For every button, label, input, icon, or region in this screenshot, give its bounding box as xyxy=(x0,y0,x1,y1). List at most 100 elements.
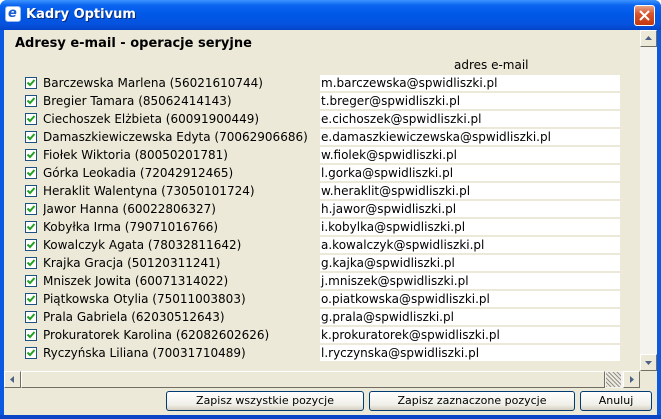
title-bar[interactable]: e Kadry Optivum xyxy=(0,0,661,30)
email-field[interactable]: a.kowalczyk@spwidliszki.pl xyxy=(320,237,620,253)
checkmark-icon xyxy=(26,205,36,213)
list-item: Mniszek Jowita (60071314022) j.mniszek@sp… xyxy=(4,272,635,290)
employee-name: Bregier Tamara (85062414143) xyxy=(43,94,232,108)
save-all-button[interactable]: Zapisz wszystkie pozycje xyxy=(166,391,364,411)
row-checkbox[interactable] xyxy=(25,113,37,125)
scroll-up-button[interactable] xyxy=(640,30,657,47)
list-item: Ryczyńska Liliana (70031710489) l.ryczyns… xyxy=(4,344,635,362)
email-field[interactable]: l.gorka@spwidliszki.pl xyxy=(320,165,620,181)
email-value: w.fiolek@spwidliszki.pl xyxy=(321,148,457,162)
checkmark-icon xyxy=(26,133,36,141)
email-field[interactable]: g.kajka@spwidliszki.pl xyxy=(320,255,620,271)
email-field[interactable]: l.ryczynska@spwidliszki.pl xyxy=(320,345,620,361)
email-field[interactable]: h.jawor@spwidliszki.pl xyxy=(320,201,620,217)
list-item: Heraklit Walentyna (73050101724) w.herakl… xyxy=(4,182,635,200)
employee-name: Prala Gabriela (62030512643) xyxy=(43,310,225,324)
checkmark-icon xyxy=(26,313,36,321)
email-value: k.prokuratorek@spwidliszki.pl xyxy=(321,328,500,342)
employee-name: Mniszek Jowita (60071314022) xyxy=(43,274,229,288)
email-value: e.cichoszek@spwidliszki.pl xyxy=(321,112,482,126)
email-value: j.mniszek@spwidliszki.pl xyxy=(321,274,469,288)
email-field[interactable]: i.kobylka@spwidliszki.pl xyxy=(320,219,620,235)
list-item: Barczewska Marlena (56021610744) m.barcze… xyxy=(4,74,635,92)
email-field[interactable]: m.barczewska@spwidliszki.pl xyxy=(320,75,620,91)
arrow-up-icon xyxy=(645,36,652,40)
employee-name: Ciechoszek Elżbieta (60091900449) xyxy=(43,112,260,126)
scroll-right-button[interactable] xyxy=(623,371,640,388)
employee-name: Prokuratorek Karolina (62082602626) xyxy=(43,328,270,342)
horizontal-scroll-thumb[interactable] xyxy=(21,371,605,388)
vertical-scroll-track[interactable] xyxy=(640,47,657,354)
employee-name: Krajka Gracja (50120311241) xyxy=(43,256,221,270)
email-value: g.prala@spwidliszki.pl xyxy=(321,310,454,324)
email-field[interactable]: e.damaszkiewiczewska@spwidliszki.pl xyxy=(320,129,620,145)
list-item: Krajka Gracja (50120311241) g.kajka@spwid… xyxy=(4,254,635,272)
list-item: Piątkowska Otylia (75011003803) o.piatkow… xyxy=(4,290,635,308)
row-checkbox[interactable] xyxy=(25,311,37,323)
row-checkbox[interactable] xyxy=(25,347,37,359)
checkmark-icon xyxy=(26,151,36,159)
checkmark-icon xyxy=(26,187,36,195)
list-item: Fiołek Wiktoria (80050201781) w.fiolek@sp… xyxy=(4,146,635,164)
list-item: Damaszkiewiczewska Edyta (70062906686) e.… xyxy=(4,128,635,146)
row-checkbox[interactable] xyxy=(25,329,37,341)
email-value: a.kowalczyk@spwidliszki.pl xyxy=(321,238,485,252)
close-button[interactable] xyxy=(634,5,655,26)
row-checkbox[interactable] xyxy=(25,203,37,215)
employee-name: Barczewska Marlena (56021610744) xyxy=(43,76,263,90)
row-checkbox[interactable] xyxy=(25,185,37,197)
save-selected-button[interactable]: Zapisz zaznaczone pozycje xyxy=(369,391,575,411)
email-field[interactable]: t.breger@spwidliszki.pl xyxy=(320,93,620,109)
scroll-left-button[interactable] xyxy=(4,371,21,388)
employee-name: Piątkowska Otylia (75011003803) xyxy=(43,292,246,306)
row-checkbox[interactable] xyxy=(25,149,37,161)
checkmark-icon xyxy=(26,169,36,177)
employee-name: Ryczyńska Liliana (70031710489) xyxy=(43,346,246,360)
ie-icon: e xyxy=(5,6,21,22)
row-checkbox[interactable] xyxy=(25,275,37,287)
checkmark-icon xyxy=(26,223,36,231)
checkmark-icon xyxy=(26,97,36,105)
row-checkbox[interactable] xyxy=(25,257,37,269)
row-checkbox[interactable] xyxy=(25,293,37,305)
email-field[interactable]: o.piatkowska@spwidliszki.pl xyxy=(320,291,620,307)
employee-name: Kobyłka Irma (79071016766) xyxy=(43,220,219,234)
employee-name: Fiołek Wiktoria (80050201781) xyxy=(43,148,228,162)
email-field[interactable]: w.fiolek@spwidliszki.pl xyxy=(320,147,620,163)
close-icon xyxy=(639,10,650,21)
email-value: g.kajka@spwidliszki.pl xyxy=(321,256,455,270)
email-field[interactable]: e.cichoszek@spwidliszki.pl xyxy=(320,111,620,127)
checkmark-icon xyxy=(26,331,36,339)
list-item: Kobyłka Irma (79071016766) i.kobylka@spwi… xyxy=(4,218,635,236)
employee-list: Barczewska Marlena (56021610744) m.barcze… xyxy=(4,74,635,370)
employee-name: Jawor Hanna (60022806327) xyxy=(43,202,216,216)
email-value: e.damaszkiewiczewska@spwidliszki.pl xyxy=(321,130,551,144)
row-checkbox[interactable] xyxy=(25,239,37,251)
horizontal-scrollbar[interactable] xyxy=(4,371,640,388)
row-checkbox[interactable] xyxy=(25,77,37,89)
email-field[interactable]: k.prokuratorek@spwidliszki.pl xyxy=(320,327,620,343)
email-field[interactable]: j.mniszek@spwidliszki.pl xyxy=(320,273,620,289)
cancel-button[interactable]: Anuluj xyxy=(580,391,652,411)
email-field[interactable]: g.prala@spwidliszki.pl xyxy=(320,309,620,325)
row-checkbox[interactable] xyxy=(25,221,37,233)
dialog-window: e Kadry Optivum Adresy e-mail - operacje… xyxy=(0,0,661,419)
email-field[interactable]: w.heraklit@spwidliszki.pl xyxy=(320,183,620,199)
row-checkbox[interactable] xyxy=(25,95,37,107)
scroll-down-button[interactable] xyxy=(640,354,657,371)
email-value: m.barczewska@spwidliszki.pl xyxy=(321,76,498,90)
list-item: Jawor Hanna (60022806327) h.jawor@spwidli… xyxy=(4,200,635,218)
email-value: o.piatkowska@spwidliszki.pl xyxy=(321,292,490,306)
list-item: Bregier Tamara (85062414143) t.breger@spw… xyxy=(4,92,635,110)
row-checkbox[interactable] xyxy=(25,131,37,143)
employee-name: Górka Leokadia (72042912465) xyxy=(43,166,234,180)
checkmark-icon xyxy=(26,349,36,357)
list-item: Kowalczyk Agata (78032811642) a.kowalczyk… xyxy=(4,236,635,254)
row-checkbox[interactable] xyxy=(25,167,37,179)
checkmark-icon xyxy=(26,259,36,267)
arrow-left-icon xyxy=(10,376,14,383)
resize-grip-icon[interactable] xyxy=(606,372,621,387)
checkmark-icon xyxy=(26,295,36,303)
arrow-down-icon xyxy=(645,361,652,365)
vertical-scrollbar[interactable] xyxy=(640,30,657,371)
